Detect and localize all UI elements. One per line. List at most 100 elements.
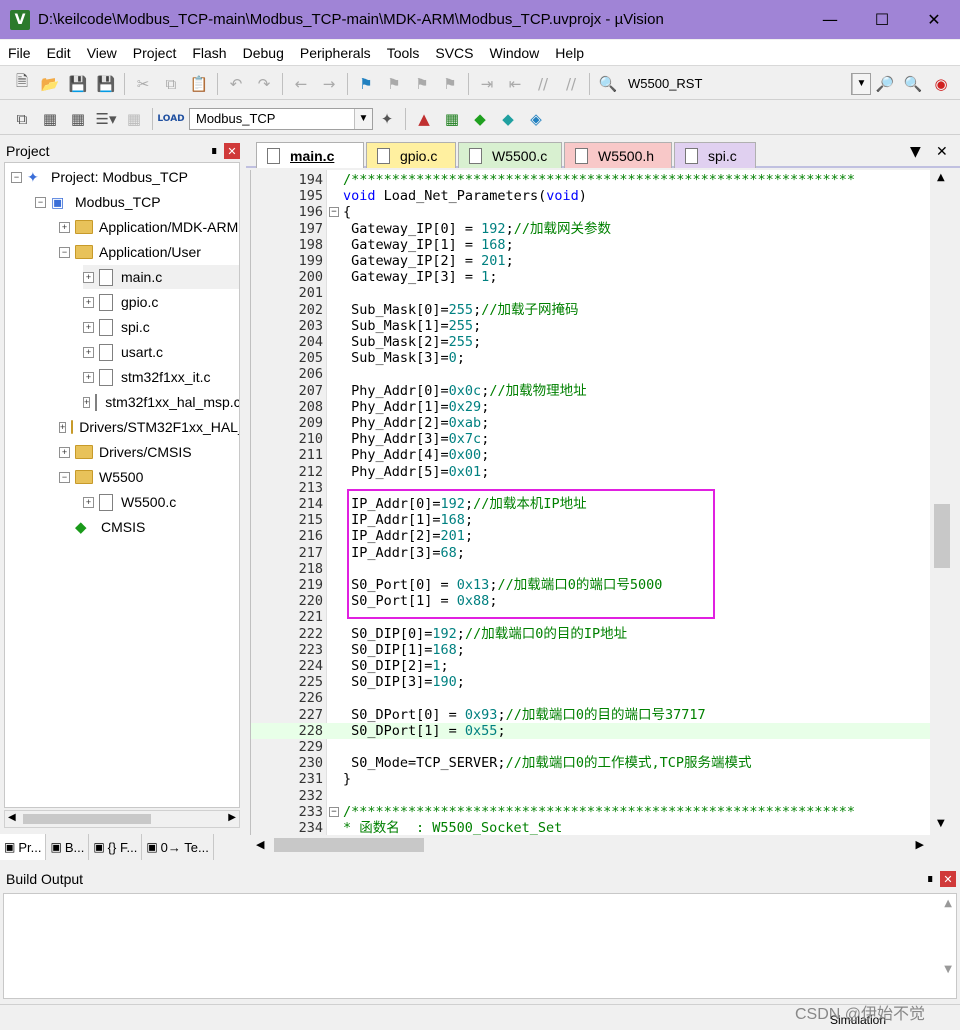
options-for-target-icon[interactable]: ✦ (374, 107, 400, 131)
tree-item[interactable]: +stm32f1xx_hal_msp.c (83, 390, 239, 414)
scroll-down-icon[interactable]: ▼ (937, 818, 945, 829)
collapse-icon[interactable]: − (59, 472, 70, 483)
debug-session-icon[interactable]: ◉ (928, 72, 954, 96)
redo-icon[interactable]: ↷ (251, 72, 277, 96)
menu-project[interactable]: Project (125, 45, 185, 61)
menu-debug[interactable]: Debug (235, 45, 292, 61)
unindent-icon[interactable]: ⇤ (502, 72, 528, 96)
pin-icon[interactable]: ∎ (210, 143, 218, 157)
collapse-icon[interactable]: − (59, 247, 70, 258)
scroll-right-icon[interactable]: ▶ (916, 838, 924, 851)
close-panel-button[interactable]: ✕ (224, 143, 240, 159)
expand-icon[interactable]: + (83, 297, 94, 308)
editor-vscroll[interactable]: ▲ ▼ (930, 170, 954, 835)
tab-list-dropdown-icon[interactable]: ▼ (910, 144, 921, 160)
menu-peripherals[interactable]: Peripherals (292, 45, 379, 61)
find-icon[interactable]: 🔍 (900, 72, 926, 96)
uncomment-icon[interactable]: // (558, 72, 584, 96)
menu-window[interactable]: Window (482, 45, 548, 61)
cut-icon[interactable]: ✂ (130, 72, 156, 96)
incremental-find-icon[interactable]: 🔎 (872, 72, 898, 96)
menu-edit[interactable]: Edit (39, 45, 79, 61)
panel-tab[interactable]: ▣Pr... (0, 834, 46, 860)
scroll-thumb[interactable] (274, 838, 424, 852)
close-tab-icon[interactable]: ✕ (936, 144, 948, 160)
close-button[interactable]: ✕ (908, 0, 960, 39)
scroll-down-icon[interactable]: ▼ (944, 964, 952, 975)
scroll-up-icon[interactable]: ▲ (937, 172, 945, 183)
panel-tab[interactable]: ▣{} F... (89, 834, 142, 860)
minimize-button[interactable]: — (804, 0, 856, 39)
nav-forward-icon[interactable]: → (316, 72, 342, 96)
project-hscroll[interactable]: ◀ ▶ (4, 810, 240, 828)
build-icon[interactable]: ▦ (37, 107, 63, 131)
indent-icon[interactable]: ⇥ (474, 72, 500, 96)
menu-file[interactable]: File (0, 45, 39, 61)
tree-item[interactable]: +stm32f1xx_it.c (83, 365, 239, 389)
next-bookmark-icon[interactable]: ⚑ (409, 72, 435, 96)
fold-toggle-icon[interactable]: − (329, 807, 339, 817)
menu-view[interactable]: View (79, 45, 125, 61)
collapse-icon[interactable]: − (35, 197, 46, 208)
batch-build-icon[interactable]: ☰▾ (93, 107, 119, 131)
editor-tab[interactable]: W5500.h (564, 142, 672, 168)
expand-icon[interactable]: + (83, 347, 94, 358)
build-output-area[interactable]: ▲ ▼ (3, 893, 957, 999)
save-icon[interactable]: 💾 (65, 72, 91, 96)
rebuild-icon[interactable]: ▦ (65, 107, 91, 131)
find-in-files-icon[interactable]: 🔍 (595, 72, 621, 96)
component-icon[interactable]: ◈ (523, 107, 549, 131)
editor-tab[interactable]: main.c (256, 142, 364, 168)
select-packs-icon[interactable]: ◆ (467, 107, 493, 131)
editor-tab[interactable]: gpio.c (366, 142, 456, 168)
collapse-icon[interactable]: − (11, 172, 22, 183)
menu-tools[interactable]: Tools (379, 45, 428, 61)
save-all-icon[interactable]: 💾 (93, 72, 119, 96)
open-folder-icon[interactable]: 📂 (37, 72, 63, 96)
new-file-icon[interactable]: 🗎 (9, 72, 35, 96)
pin-icon[interactable]: ∎ (926, 871, 934, 885)
expand-icon[interactable]: + (83, 372, 94, 383)
panel-tab[interactable]: ▣B... (46, 834, 89, 860)
translate-icon[interactable]: ⧉ (9, 107, 35, 131)
file-extensions-icon[interactable]: ▲ (411, 107, 437, 131)
prev-bookmark-icon[interactable]: ⚑ (381, 72, 407, 96)
tree-item[interactable]: −✦Project: Modbus_TCP (11, 165, 239, 189)
editor-tab[interactable]: W5500.c (458, 142, 562, 168)
close-panel-button[interactable]: ✕ (940, 871, 956, 887)
tree-item[interactable]: +W5500.c (83, 490, 239, 514)
menu-svcs[interactable]: SVCS (427, 45, 481, 61)
tree-item[interactable]: −Application/User (59, 240, 239, 264)
target-select[interactable]: Modbus_TCP ▼ (189, 108, 373, 130)
scroll-up-icon[interactable]: ▲ (944, 898, 952, 909)
expand-icon[interactable]: + (83, 322, 94, 333)
expand-icon[interactable]: + (59, 447, 70, 458)
code-editor[interactable]: 194/************************************… (250, 170, 930, 835)
copy-icon[interactable]: ⧉ (158, 72, 184, 96)
panel-tab[interactable]: ▣0→ Te... (142, 834, 214, 860)
nav-back-icon[interactable]: ← (288, 72, 314, 96)
expand-icon[interactable]: + (59, 222, 70, 233)
maximize-button[interactable]: ☐ (856, 0, 908, 39)
menu-flash[interactable]: Flash (184, 45, 234, 61)
tree-item[interactable]: +usart.c (83, 340, 239, 364)
expand-icon[interactable]: + (83, 497, 94, 508)
tree-item[interactable]: −▣Modbus_TCP (35, 190, 239, 214)
manage-rte-icon[interactable]: ▦ (439, 107, 465, 131)
tree-item[interactable]: +spi.c (83, 315, 239, 339)
pack-installer-icon[interactable]: ◆ (495, 107, 521, 131)
bookmark-icon[interactable]: ⚑ (353, 72, 379, 96)
paste-icon[interactable]: 📋 (186, 72, 212, 96)
clear-bookmarks-icon[interactable]: ⚑ (437, 72, 463, 96)
tree-item[interactable]: +Application/MDK-ARM (59, 215, 239, 239)
tree-item[interactable]: ◆CMSIS (59, 515, 239, 539)
undo-icon[interactable]: ↶ (223, 72, 249, 96)
stop-build-icon[interactable]: ▦ (121, 107, 147, 131)
editor-hscroll[interactable]: ◀ ▶ (250, 835, 930, 855)
menu-help[interactable]: Help (547, 45, 592, 61)
tree-item[interactable]: +gpio.c (83, 290, 239, 314)
scroll-left-icon[interactable]: ◀ (256, 838, 264, 851)
expand-icon[interactable]: + (59, 422, 66, 433)
scroll-thumb[interactable] (934, 504, 950, 568)
find-combo[interactable]: ▼ (851, 73, 871, 95)
